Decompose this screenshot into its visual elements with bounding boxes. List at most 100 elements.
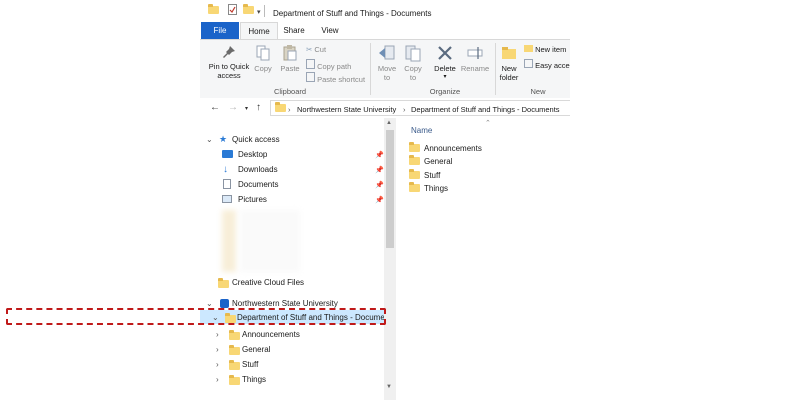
copy-path-icon: [306, 59, 315, 69]
list-item-label: Stuff: [424, 171, 441, 180]
chevron-right-icon[interactable]: ›: [216, 357, 219, 372]
desktop-icon: [222, 150, 233, 158]
easy-access-label: Easy acces: [535, 61, 570, 70]
pin-icon: 📌: [375, 182, 384, 189]
desktop-label: Desktop: [238, 150, 268, 159]
chevron-right-icon[interactable]: ›: [216, 372, 219, 387]
scroll-down-icon[interactable]: ▼: [386, 384, 392, 390]
list-item[interactable]: Stuff: [409, 168, 441, 182]
chevron-down-icon[interactable]: ⌄: [206, 132, 213, 147]
move-to-button[interactable]: Move to: [374, 44, 400, 82]
paste-shortcut-button[interactable]: Paste shortcut: [306, 72, 365, 84]
rename-label: Rename: [460, 64, 490, 73]
chevron-right-icon[interactable]: ›: [216, 327, 219, 342]
clipboard-group-label: Clipboard: [273, 87, 307, 96]
recent-locations-icon[interactable]: ▾: [245, 105, 248, 112]
tab-share[interactable]: Share: [278, 22, 310, 39]
properties-icon[interactable]: [228, 4, 237, 15]
folder-icon: [409, 181, 420, 192]
cut-button[interactable]: ✂ Cut: [306, 45, 326, 54]
easy-access-button[interactable]: Easy acces: [524, 59, 570, 70]
pin-icon: [223, 46, 235, 58]
list-item-label: General: [424, 157, 453, 166]
copy-to-icon: [405, 45, 421, 62]
up-arrow-icon[interactable]: ↑: [256, 102, 261, 113]
new-item-button[interactable]: New item: [524, 45, 566, 54]
redacted-items: [222, 210, 236, 272]
rename-icon: [467, 47, 483, 59]
subfolder-label: Stuff: [242, 360, 259, 369]
new-folder-quick-icon[interactable]: [243, 3, 258, 15]
pin-label-line1: Pin to Quick: [208, 62, 250, 71]
paste-shortcut-icon: [306, 72, 315, 82]
folder-icon: [409, 154, 420, 165]
title-separator: [264, 5, 265, 17]
paste-button[interactable]: Paste: [278, 44, 302, 73]
copy-path-button[interactable]: Copy path: [306, 59, 351, 71]
ribbon-tabs: File Home Share View: [200, 22, 570, 40]
new-group-label: New: [530, 87, 546, 96]
explorer-window: ▾ Department of Stuff and Things - Docum…: [200, 0, 570, 400]
pin-icon: 📌: [375, 167, 384, 174]
move-to-icon: [379, 45, 395, 60]
folder-icon: [409, 168, 420, 179]
subfolder-label: Announcements: [242, 330, 300, 339]
move-to-label-line1: Move: [377, 64, 397, 73]
document-icon: [223, 179, 231, 189]
delete-label: Delete: [434, 64, 456, 73]
customize-quick-access-icon[interactable]: ▾: [257, 8, 261, 16]
navigation-pane: ⌄ ★ Quick access Desktop ↓ Downloads Doc…: [200, 118, 385, 400]
scissors-icon: ✂: [306, 45, 313, 54]
nav-scrollbar-thumb[interactable]: [386, 130, 394, 248]
list-item[interactable]: General: [409, 154, 453, 168]
breadcrumb-chevron-icon[interactable]: ›: [288, 105, 291, 114]
selection-highlight-box: [6, 308, 386, 325]
delete-button[interactable]: Delete ▾: [430, 44, 460, 80]
forward-arrow-icon[interactable]: →: [228, 102, 238, 113]
new-folder-icon: [502, 47, 516, 59]
tab-home[interactable]: Home: [240, 22, 278, 40]
pin-icon: 📌: [375, 197, 384, 204]
paste-icon: [283, 45, 297, 61]
address-bar[interactable]: › Northwestern State University › Depart…: [270, 100, 570, 116]
cut-label: Cut: [314, 45, 327, 54]
scroll-up-icon[interactable]: ▲: [386, 120, 392, 126]
breadcrumb-chevron-icon[interactable]: ›: [403, 105, 406, 114]
redacted-items: [240, 210, 300, 272]
delete-dropdown-icon[interactable]: ▾: [430, 73, 460, 80]
folder-icon: [208, 3, 223, 15]
new-item-label: New item: [535, 45, 567, 54]
list-item[interactable]: Announcements: [409, 141, 482, 155]
column-header-name[interactable]: Name: [411, 126, 432, 135]
copy-to-button[interactable]: Copy to: [400, 44, 426, 82]
download-arrow-icon: ↓: [223, 164, 228, 175]
pin-to-quick-access-button[interactable]: Pin to Quick access: [204, 44, 254, 80]
new-item-icon: [524, 45, 533, 52]
sort-caret-icon: ⌃: [485, 120, 491, 127]
quick-access-label: Quick access: [232, 135, 280, 144]
list-item-label: Announcements: [424, 144, 482, 153]
rename-button[interactable]: Rename: [458, 44, 492, 73]
copy-path-label: Copy path: [317, 62, 352, 71]
easy-access-icon: [524, 59, 533, 68]
copy-to-label-line1: Copy: [404, 64, 422, 73]
tab-view[interactable]: View: [314, 22, 346, 39]
paste-label: Paste: [280, 64, 300, 73]
breadcrumb-university[interactable]: Northwestern State University: [297, 105, 396, 114]
ribbon-home: Pin to Quick access Copy Paste ✂ Cut Cop…: [200, 39, 570, 100]
window-title: Department of Stuff and Things - Documen…: [273, 9, 432, 18]
new-folder-button[interactable]: New folder: [496, 44, 522, 82]
copy-to-label-line2: to: [409, 73, 417, 82]
list-item[interactable]: Things: [409, 181, 449, 195]
list-item-label: Things: [424, 184, 449, 193]
copy-icon: [256, 45, 270, 61]
pin-label-line2: access: [217, 71, 241, 80]
copy-button[interactable]: Copy: [252, 44, 274, 73]
new-folder-label-line1: New: [501, 64, 517, 73]
chevron-right-icon[interactable]: ›: [216, 342, 219, 357]
creative-cloud-label: Creative Cloud Files: [232, 278, 305, 287]
tab-file[interactable]: File: [201, 22, 239, 39]
ribbon-separator: [370, 43, 371, 95]
back-arrow-icon[interactable]: ←: [210, 102, 220, 113]
breadcrumb-library[interactable]: Department of Stuff and Things - Documen…: [411, 105, 560, 114]
